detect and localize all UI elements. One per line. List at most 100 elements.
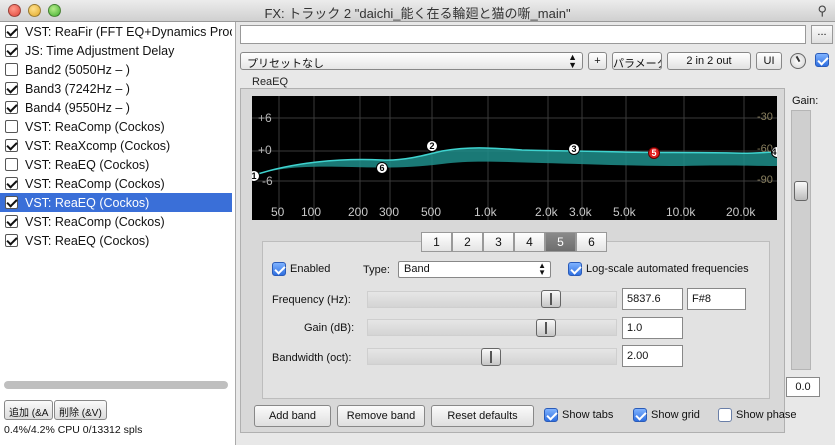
title-bar: FX: トラック 2 "daichi_能く在る輪廻と猫の噺_main" ⚲: [0, 0, 835, 22]
fx-enable-checkbox[interactable]: [5, 234, 18, 247]
fx-enable-checkbox[interactable]: [5, 25, 18, 38]
fx-item-label: VST: ReaEQ (Cockos): [25, 157, 150, 172]
show-phase-checkbox[interactable]: [718, 408, 732, 422]
fx-item-label: VST: ReaComp (Cockos): [25, 214, 165, 229]
fx-item-label: Band3 (7242Hz – ): [25, 81, 130, 96]
fx-enable-checkbox[interactable]: [5, 63, 18, 76]
preset-value: プリセットなし: [247, 58, 324, 70]
fx-item-label: JS: Time Adjustment Delay: [25, 43, 175, 58]
add-band-button[interactable]: Add band: [254, 405, 331, 427]
band-enabled-label: Enabled: [290, 263, 331, 275]
band-node-4[interactable]: 4: [771, 146, 777, 158]
band-gain-field[interactable]: 1.0: [622, 317, 683, 339]
fx-list-item[interactable]: VST: ReaComp (Cockos): [0, 174, 232, 193]
fx-list-item[interactable]: VST: ReaEQ (Cockos): [0, 193, 232, 212]
band-node-1[interactable]: 1: [252, 170, 260, 182]
fx-item-label: VST: ReaEQ (Cockos): [25, 195, 150, 210]
fx-list-item[interactable]: VST: ReaComp (Cockos): [0, 117, 232, 136]
tab-band-3[interactable]: 3: [483, 232, 514, 252]
fx-enable-checkbox[interactable]: [5, 101, 18, 114]
gain-label: Gain:: [792, 95, 819, 107]
band-node-label: 3: [571, 144, 576, 154]
pin-icon[interactable]: ⚲: [817, 3, 827, 19]
fx-enable-checkbox[interactable]: [5, 120, 18, 133]
plugin-name: ReaEQ: [252, 76, 289, 88]
add-fx-button[interactable]: 追加 (&A: [4, 400, 54, 420]
ui-toggle-button[interactable]: UI: [756, 52, 782, 70]
fx-list-item[interactable]: Band4 (9550Hz – ): [0, 98, 232, 117]
fx-item-label: VST: ReaComp (Cockos): [25, 119, 165, 134]
tab-band-1[interactable]: 1: [421, 232, 452, 252]
tab-band-4[interactable]: 4: [514, 232, 545, 252]
band-gain-slider-thumb[interactable]: [536, 319, 556, 337]
bandwidth-field[interactable]: 2.00: [622, 345, 683, 367]
show-tabs-toggle[interactable]: Show tabs: [544, 408, 613, 422]
fx-item-label: VST: ReaComp (Cockos): [25, 176, 165, 191]
more-options-button[interactable]: ...: [811, 25, 833, 44]
cpu-status: 0.4%/4.2% CPU 0/13312 spls: [4, 424, 143, 436]
fx-enable-checkbox[interactable]: [5, 215, 18, 228]
bypass-checkbox[interactable]: [815, 53, 829, 67]
show-tabs-checkbox[interactable]: [544, 408, 558, 422]
show-grid-label: Show grid: [651, 409, 700, 421]
band-node-5[interactable]: 5: [648, 147, 660, 159]
band-type-select[interactable]: Band ▲ ▼: [398, 261, 551, 278]
fx-name-field[interactable]: [240, 25, 806, 44]
band-gain-slider[interactable]: [367, 319, 617, 336]
preset-select[interactable]: プリセットなし ▲ ▼: [240, 52, 583, 70]
fx-list-item[interactable]: VST: ReaFir (FFT EQ+Dynamics Proc: [0, 22, 232, 41]
eq-graph[interactable]: +6 +0 -6 -30 -60 -90 50 100 200 300 500 …: [252, 96, 777, 220]
fx-enable-checkbox[interactable]: [5, 44, 18, 57]
fx-item-label: Band4 (9550Hz – ): [25, 100, 130, 115]
reset-defaults-button[interactable]: Reset defaults: [431, 405, 534, 427]
frequency-slider[interactable]: [367, 291, 617, 308]
fx-list-item[interactable]: Band3 (7242Hz – ): [0, 79, 232, 98]
fx-enable-checkbox[interactable]: [5, 158, 18, 171]
gain-value-field[interactable]: 0.0: [786, 377, 820, 397]
bandwidth-slider-thumb[interactable]: [481, 348, 501, 366]
tab-band-2[interactable]: 2: [452, 232, 483, 252]
band-node-2[interactable]: 2: [426, 140, 438, 152]
fx-list-item[interactable]: VST: ReaXcomp (Cockos): [0, 136, 232, 155]
fx-list-item[interactable]: JS: Time Adjustment Delay: [0, 41, 232, 60]
fx-list-item[interactable]: VST: ReaEQ (Cockos): [0, 155, 232, 174]
log-scale-checkbox[interactable]: [568, 262, 582, 276]
fx-item-label: Band2 (5050Hz – ): [25, 62, 130, 77]
frequency-slider-thumb[interactable]: [541, 290, 561, 308]
show-phase-toggle[interactable]: Show phase: [718, 408, 797, 422]
band-node-label: 1: [252, 171, 257, 181]
band-node-6[interactable]: 6: [376, 162, 388, 174]
fx-enable-checkbox[interactable]: [5, 196, 18, 209]
io-routing-button[interactable]: 2 in 2 out: [667, 52, 751, 70]
bandwidth-label: Bandwidth (oct):: [272, 352, 352, 364]
add-preset-button[interactable]: +: [588, 52, 607, 70]
frequency-field[interactable]: 5837.6: [622, 288, 683, 310]
updown-arrow-icon: ▲ ▼: [568, 52, 577, 70]
fx-chain-panel: VST: ReaFir (FFT EQ+Dynamics Proc JS: Ti…: [0, 22, 236, 445]
band-node-3[interactable]: 3: [568, 143, 580, 155]
fx-bypass-toggle[interactable]: [815, 53, 833, 67]
band-enabled-checkbox[interactable]: [272, 262, 286, 276]
gain-slider-thumb[interactable]: [794, 181, 808, 201]
show-grid-toggle[interactable]: Show grid: [633, 408, 700, 422]
fx-list-item[interactable]: VST: ReaEQ (Cockos): [0, 231, 232, 250]
fx-list-item[interactable]: Band2 (5050Hz – ): [0, 60, 232, 79]
band-enabled-toggle[interactable]: Enabled: [272, 262, 330, 276]
gain-slider[interactable]: [791, 110, 811, 370]
fx-enable-checkbox[interactable]: [5, 82, 18, 95]
fx-list-scrollbar[interactable]: [4, 381, 228, 389]
band-node-label: 4: [771, 147, 776, 157]
wet-knob[interactable]: [790, 53, 806, 69]
tab-band-6[interactable]: 6: [576, 232, 607, 252]
log-scale-toggle[interactable]: Log-scale automated frequencies: [568, 262, 749, 276]
band-node-label: 5: [651, 148, 656, 158]
params-button[interactable]: パラメータ: [612, 52, 662, 70]
fx-enable-checkbox[interactable]: [5, 139, 18, 152]
remove-fx-button[interactable]: 削除 (&V): [54, 400, 107, 420]
show-grid-checkbox[interactable]: [633, 408, 647, 422]
fx-list-item[interactable]: VST: ReaComp (Cockos): [0, 212, 232, 231]
tab-band-5[interactable]: 5: [545, 232, 576, 252]
note-field[interactable]: F#8: [687, 288, 746, 310]
fx-enable-checkbox[interactable]: [5, 177, 18, 190]
remove-band-button[interactable]: Remove band: [337, 405, 425, 427]
